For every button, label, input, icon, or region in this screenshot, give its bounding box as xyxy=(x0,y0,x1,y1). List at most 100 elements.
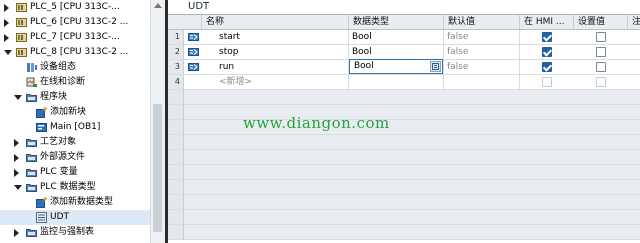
tree-item[interactable]: 设备组态 xyxy=(0,60,150,75)
cell-datatype[interactable]: Bool xyxy=(349,45,444,59)
expand-right-icon[interactable] xyxy=(14,154,19,162)
tree-item[interactable]: 程序块 xyxy=(0,90,150,105)
row-gutter xyxy=(168,90,184,104)
tree-item-label: 工艺对象 xyxy=(40,137,77,147)
setpoint-checkbox[interactable] xyxy=(596,47,606,57)
udt-icon xyxy=(36,212,47,223)
row-gutter xyxy=(168,210,184,224)
tree-item[interactable]: 添加新块 xyxy=(0,105,150,120)
column-header-name[interactable]: 名称 xyxy=(202,15,349,29)
plc-device-icon xyxy=(16,32,27,43)
editor-title: UDT xyxy=(188,1,210,12)
tree-item[interactable]: 在线和诊断 xyxy=(0,75,150,90)
cell-name[interactable]: start xyxy=(216,30,349,44)
table-row[interactable]: 2 stop Bool false xyxy=(168,45,640,60)
setpoint-checkbox[interactable] xyxy=(596,77,606,87)
row-number: 2 xyxy=(168,45,184,59)
hmi-visible-checkbox[interactable] xyxy=(542,62,552,72)
cell-default[interactable] xyxy=(444,75,520,89)
folder-icon xyxy=(26,182,37,193)
datatype-edit-value: Bool xyxy=(354,61,374,71)
tree-item[interactable]: PLC_8 [CPU 313C-2 ... xyxy=(0,45,150,60)
tree-item[interactable]: PLC 变量 xyxy=(0,165,150,180)
tree-item-label: PLC_7 [CPU 313C-... xyxy=(30,32,120,42)
column-header-datatype[interactable]: 数据类型 xyxy=(349,15,444,29)
column-header-default[interactable]: 默认值 xyxy=(444,15,520,29)
row-gutter xyxy=(168,105,184,119)
expand-right-icon[interactable] xyxy=(14,229,19,237)
tree-item[interactable]: Main [OB1] xyxy=(0,120,150,135)
tree-item[interactable]: PLC 数据类型 xyxy=(0,180,150,195)
cell-default[interactable]: false xyxy=(444,30,520,44)
folder-icon xyxy=(26,137,37,148)
row-gutter xyxy=(168,135,184,149)
expand-down-icon[interactable] xyxy=(14,95,22,100)
tree-item-label: Main [OB1] xyxy=(50,122,101,132)
expand-right-icon[interactable] xyxy=(14,139,19,147)
tree-item-label: 监控与强制表 xyxy=(40,227,95,237)
row-number: 4 xyxy=(168,75,184,89)
variable-icon xyxy=(188,63,199,71)
expand-down-icon[interactable] xyxy=(14,185,22,190)
block-icon xyxy=(36,122,47,133)
expand-right-icon[interactable] xyxy=(14,169,19,177)
empty-row xyxy=(168,225,640,240)
column-header-setpoint[interactable]: 设置值 xyxy=(574,15,628,29)
cell-default[interactable]: false xyxy=(444,60,520,74)
setpoint-checkbox[interactable] xyxy=(596,32,606,42)
header-row-gutter xyxy=(168,15,202,29)
plc-device-icon xyxy=(16,2,27,13)
cell-name[interactable]: <新增> xyxy=(216,75,349,89)
tree-item[interactable]: PLC_6 [CPU 313C-2 ... xyxy=(0,15,150,30)
tree-item-label: 程序块 xyxy=(40,92,68,102)
grid-header: 名称 数据类型 默认值 在 HMI ... 设置值 注 xyxy=(168,15,640,30)
table-row[interactable]: 4 <新增> xyxy=(168,75,640,90)
datatype-edit-field[interactable]: Bool xyxy=(349,59,443,74)
tree-scrollbar[interactable] xyxy=(150,0,165,243)
expand-right-icon[interactable] xyxy=(4,4,9,12)
project-tree: PLC_5 [CPU 313C-... PLC_6 [CPU 313C-2 ...… xyxy=(0,0,166,243)
tree-item[interactable]: UDT xyxy=(0,210,150,225)
tree-item[interactable]: 添加新数据类型 xyxy=(0,195,150,210)
expand-down-icon[interactable] xyxy=(4,50,12,55)
setpoint-checkbox[interactable] xyxy=(596,62,606,72)
tree-item[interactable]: 监控与强制表 xyxy=(0,225,150,240)
add-block-icon xyxy=(36,107,47,118)
hmi-visible-checkbox[interactable] xyxy=(542,47,552,57)
hmi-visible-checkbox[interactable] xyxy=(542,32,552,42)
expand-right-icon[interactable] xyxy=(4,19,9,27)
cell-datatype[interactable] xyxy=(349,75,444,89)
datatype-picker-button[interactable] xyxy=(430,61,441,72)
scroll-up-icon[interactable] xyxy=(154,3,162,8)
folder-icon xyxy=(26,152,37,163)
tree-item-label: PLC 数据类型 xyxy=(40,182,96,192)
watermark-text: www.diangon.com xyxy=(243,114,390,132)
column-header-hmi[interactable]: 在 HMI ... xyxy=(520,15,574,29)
row-gutter xyxy=(168,225,184,239)
empty-row xyxy=(168,210,640,225)
empty-row xyxy=(168,135,640,150)
cell-name[interactable]: run xyxy=(216,60,349,74)
plc-device-icon xyxy=(16,47,27,58)
cell-datatype[interactable]: Bool xyxy=(349,30,444,44)
cell-default[interactable]: false xyxy=(444,45,520,59)
empty-row xyxy=(168,105,640,120)
tree-item-label: 添加新数据类型 xyxy=(50,197,114,207)
hmi-visible-checkbox[interactable] xyxy=(542,77,552,87)
row-number: 3 xyxy=(168,60,184,74)
table-row[interactable]: 1 start Bool false xyxy=(168,30,640,45)
expand-right-icon[interactable] xyxy=(4,34,9,42)
scrollbar-thumb[interactable] xyxy=(153,104,162,232)
tree-item-label: PLC_6 [CPU 313C-2 ... xyxy=(30,17,129,27)
empty-row xyxy=(168,180,640,195)
tree-item[interactable]: 外部源文件 xyxy=(0,150,150,165)
column-header-comment[interactable]: 注 xyxy=(628,15,640,29)
folder-icon xyxy=(26,92,37,103)
tree-item-label: PLC 变量 xyxy=(40,167,78,177)
tree-item[interactable]: 工艺对象 xyxy=(0,135,150,150)
tree-item-label: PLC_5 [CPU 313C-... xyxy=(30,2,120,12)
empty-row xyxy=(168,120,640,135)
cell-name[interactable]: stop xyxy=(216,45,349,59)
tree-item[interactable]: PLC_7 [CPU 313C-... xyxy=(0,30,150,45)
tree-item[interactable]: PLC_5 [CPU 313C-... xyxy=(0,0,150,15)
